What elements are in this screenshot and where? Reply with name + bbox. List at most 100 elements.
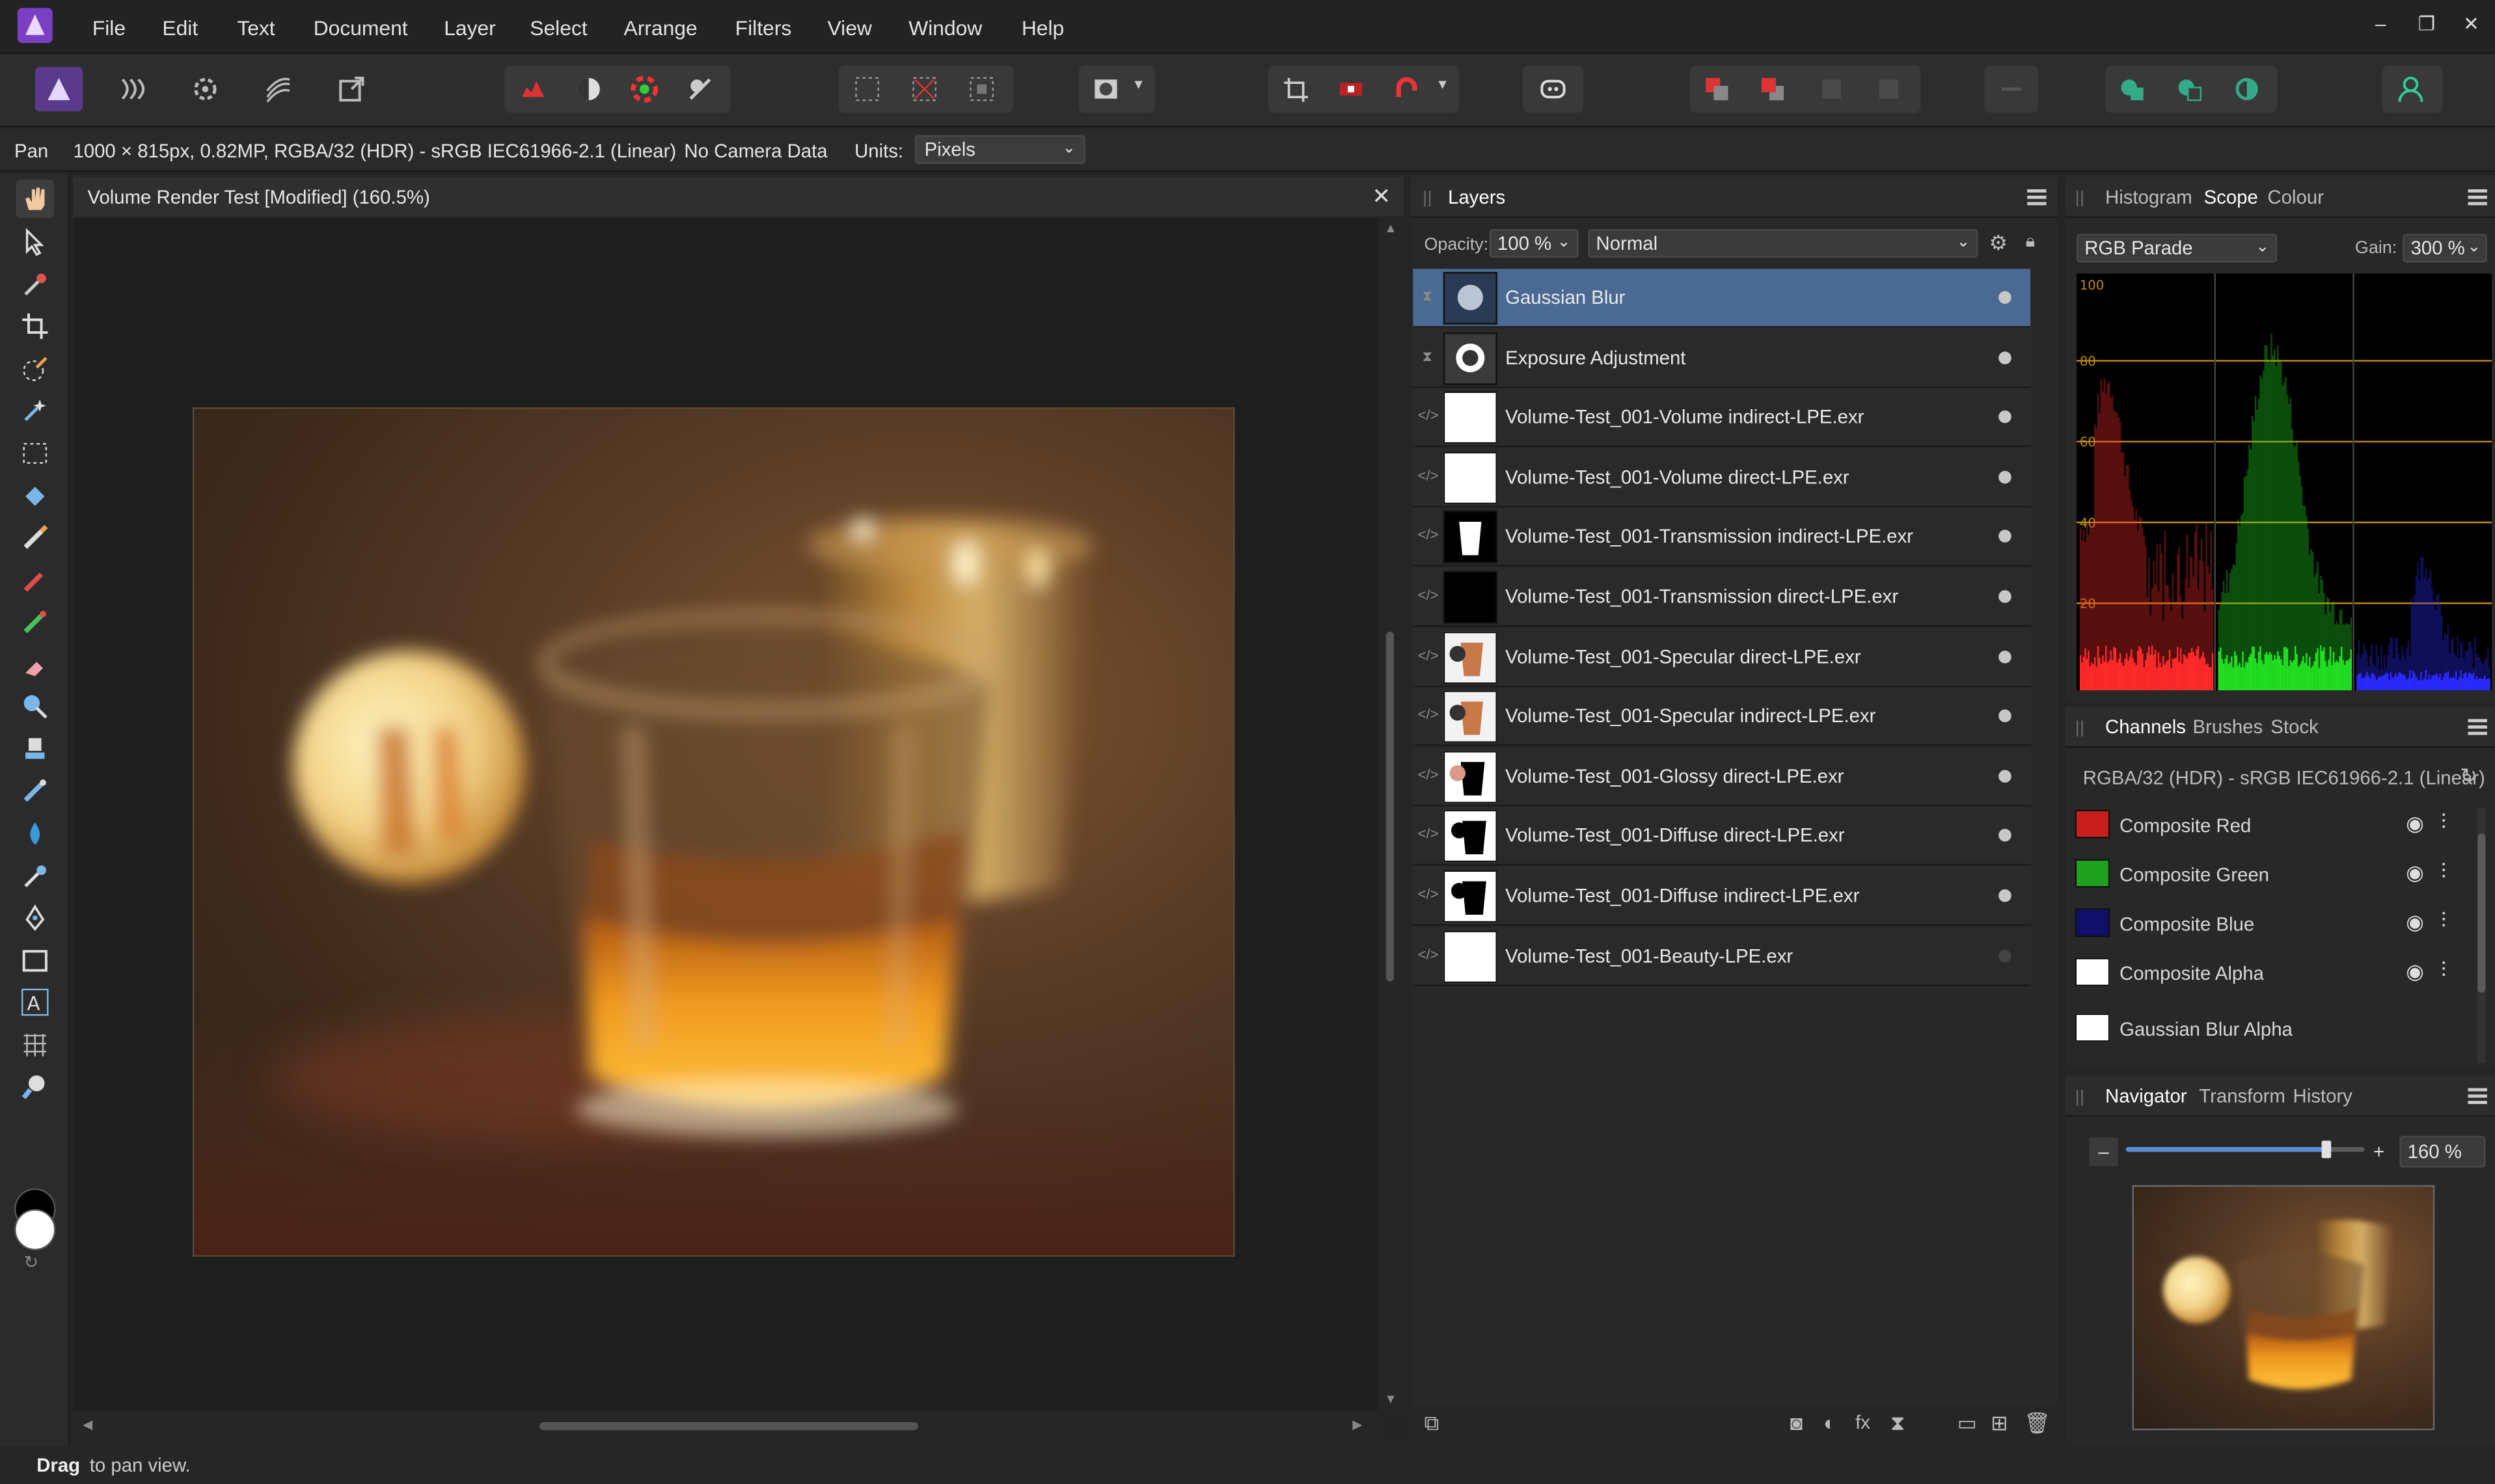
zoom-in-button[interactable]: + (2365, 1137, 2393, 1166)
white-balance-icon[interactable] (565, 67, 612, 111)
zoom-slider-handle[interactable] (2321, 1140, 2332, 1159)
tab-history[interactable]: History (2293, 1085, 2352, 1107)
tab-navigator[interactable]: Navigator (2095, 1075, 2198, 1118)
adjustment-layer-icon[interactable]: ◐ (1823, 1411, 1836, 1435)
intersect-icon[interactable] (2223, 67, 2270, 111)
paint-mixer-brush-icon[interactable] (16, 603, 54, 641)
mask-layer-icon[interactable]: ◙ (1790, 1411, 1803, 1435)
minimize-icon[interactable]: – (2365, 13, 2397, 38)
sliders-icon[interactable]: ⫶ (2441, 958, 2446, 983)
eye-icon[interactable]: ◉ (2406, 910, 2424, 936)
tab-scope[interactable]: Scope (2194, 176, 2268, 220)
account-icon[interactable] (2387, 67, 2434, 111)
clone-brush-icon[interactable] (16, 730, 54, 768)
close-window-icon[interactable]: ✕ (2455, 13, 2487, 38)
menu-filters[interactable]: Filters (735, 16, 792, 40)
tab-channels[interactable]: Channels (2095, 706, 2195, 749)
move-tool-icon[interactable] (16, 223, 54, 261)
blend-mode-dropdown[interactable]: Normal ⌄ (1588, 229, 1978, 258)
layer-row[interactable]: ⧗ Exposure Adjustment (1413, 329, 2031, 388)
tab-histogram[interactable]: Histogram (2105, 186, 2192, 208)
move-forward-one-icon[interactable] (1808, 67, 1855, 111)
tab-colour[interactable]: Colour (2267, 186, 2323, 208)
tone-mapping-persona-icon[interactable] (254, 67, 302, 111)
hsl-icon[interactable] (621, 67, 668, 111)
vertical-scroll-thumb[interactable] (1385, 631, 1394, 982)
menu-edit[interactable]: Edit (162, 16, 198, 40)
levels-icon[interactable] (509, 67, 556, 111)
text-tool-icon[interactable]: A (16, 983, 54, 1021)
visibility-toggle-icon[interactable] (1998, 590, 2011, 603)
view-tool-icon[interactable] (16, 180, 55, 218)
channel-row[interactable]: Composite Red ◉ ⫶ (2066, 802, 2479, 851)
tab-layers[interactable]: Layers (1438, 176, 1515, 220)
panel-grip-icon[interactable] (2076, 720, 2083, 737)
gear-icon[interactable]: ⚙ (1989, 231, 2008, 256)
layer-type-icon[interactable]: </> (1418, 467, 1439, 486)
tab-brushes[interactable]: Brushes (2192, 716, 2263, 738)
erase-brush-icon[interactable] (16, 646, 54, 684)
tab-transform[interactable]: Transform (2199, 1085, 2285, 1107)
move-back-one-icon[interactable] (1749, 67, 1796, 111)
refresh-icon[interactable]: ↻ (2460, 764, 2477, 789)
invert-selection-icon[interactable] (958, 67, 1005, 111)
group-folder-icon[interactable]: ▭ (1957, 1411, 1977, 1437)
menu-layer[interactable]: Layer (444, 16, 496, 40)
liquify-persona-icon[interactable] (108, 67, 156, 111)
tab-stock[interactable]: Stock (2270, 716, 2318, 738)
visibility-toggle-icon[interactable] (1998, 769, 2011, 783)
visibility-toggle-icon[interactable] (1998, 949, 2011, 962)
deselect-icon[interactable] (901, 67, 948, 111)
selection-brush-icon[interactable] (16, 350, 54, 388)
scroll-left-icon[interactable]: ◀ (83, 1418, 92, 1432)
move-to-back-icon[interactable] (1693, 67, 1741, 111)
add-icon[interactable] (2108, 67, 2156, 111)
pixel-layer-icon[interactable]: ⧗ (1890, 1411, 1905, 1437)
brush-tool-icon[interactable] (16, 519, 54, 557)
chevron-down-icon[interactable]: ▾ (1134, 76, 1142, 94)
menu-text[interactable]: Text (237, 16, 275, 40)
layer-row[interactable]: </> Volume-Test_001-Volume indirect-LPE.e… (1413, 388, 2031, 448)
menu-select[interactable]: Select (530, 16, 587, 40)
channel-row[interactable]: Composite Blue ◉ ⫶ (2066, 900, 2479, 950)
zoom-out-button[interactable]: – (2089, 1137, 2118, 1167)
add-layer-icon[interactable]: ⊞ (1991, 1411, 2008, 1437)
layer-type-icon[interactable]: </> (1418, 826, 1439, 845)
visibility-toggle-icon[interactable] (1998, 650, 2011, 663)
vertical-scrollbar[interactable]: ▲ ▼ (1378, 217, 1404, 1411)
eye-icon[interactable]: ◉ (2406, 811, 2424, 837)
pen-tool-icon[interactable] (16, 899, 54, 938)
layer-stack-icon[interactable]: ⧉ (1424, 1411, 1439, 1437)
menu-document[interactable]: Document (314, 16, 408, 40)
move-to-front-icon[interactable] (1865, 67, 1913, 111)
magnet-icon[interactable] (1383, 67, 1430, 111)
rectangle-tool-icon[interactable] (16, 942, 54, 980)
channels-scrollbar[interactable] (2477, 808, 2486, 1063)
auto-levels-icon[interactable] (676, 67, 724, 111)
primary-color-swatch[interactable] (14, 1209, 56, 1250)
menu-help[interactable]: Help (1022, 16, 1064, 40)
restore-icon[interactable]: ❐ (2410, 13, 2442, 38)
panel-menu-icon[interactable] (2027, 189, 2047, 206)
layer-row[interactable]: </> Volume-Test_001-Diffuse indirect-LPE.… (1413, 867, 2031, 926)
gain-field[interactable]: 300 % ⌄ (2403, 234, 2487, 263)
panel-grip-icon[interactable] (2076, 1089, 2083, 1106)
chevron-down-icon[interactable]: ▾ (1438, 76, 1446, 94)
trash-icon[interactable]: 🗑︎ (2024, 1411, 2050, 1437)
photo-persona-icon[interactable] (34, 66, 83, 112)
visibility-toggle-icon[interactable] (1998, 530, 2011, 543)
channels-scroll-thumb[interactable] (2477, 833, 2486, 993)
navigator-preview[interactable] (2132, 1185, 2435, 1431)
panel-grip-icon[interactable] (1424, 191, 1431, 207)
layer-type-icon[interactable]: </> (1418, 407, 1439, 426)
subtract-icon[interactable] (2166, 67, 2213, 111)
horizontal-scrollbar[interactable]: ◀ ▶ (73, 1410, 1378, 1440)
layer-row[interactable]: ⧗ Gaussian Blur (1413, 269, 2031, 328)
eye-icon[interactable]: ◉ (2406, 959, 2424, 984)
flood-fill-icon[interactable] (16, 478, 54, 516)
visibility-toggle-icon[interactable] (1998, 291, 2011, 304)
layer-type-icon[interactable]: </> (1418, 886, 1439, 905)
layer-row[interactable]: </> Volume-Test_001-Specular direct-LPE.e… (1413, 627, 2031, 687)
channel-row[interactable]: Composite Alpha ◉ ⫶ (2066, 950, 2479, 999)
live-filter-icon[interactable]: fx (1855, 1411, 1870, 1433)
